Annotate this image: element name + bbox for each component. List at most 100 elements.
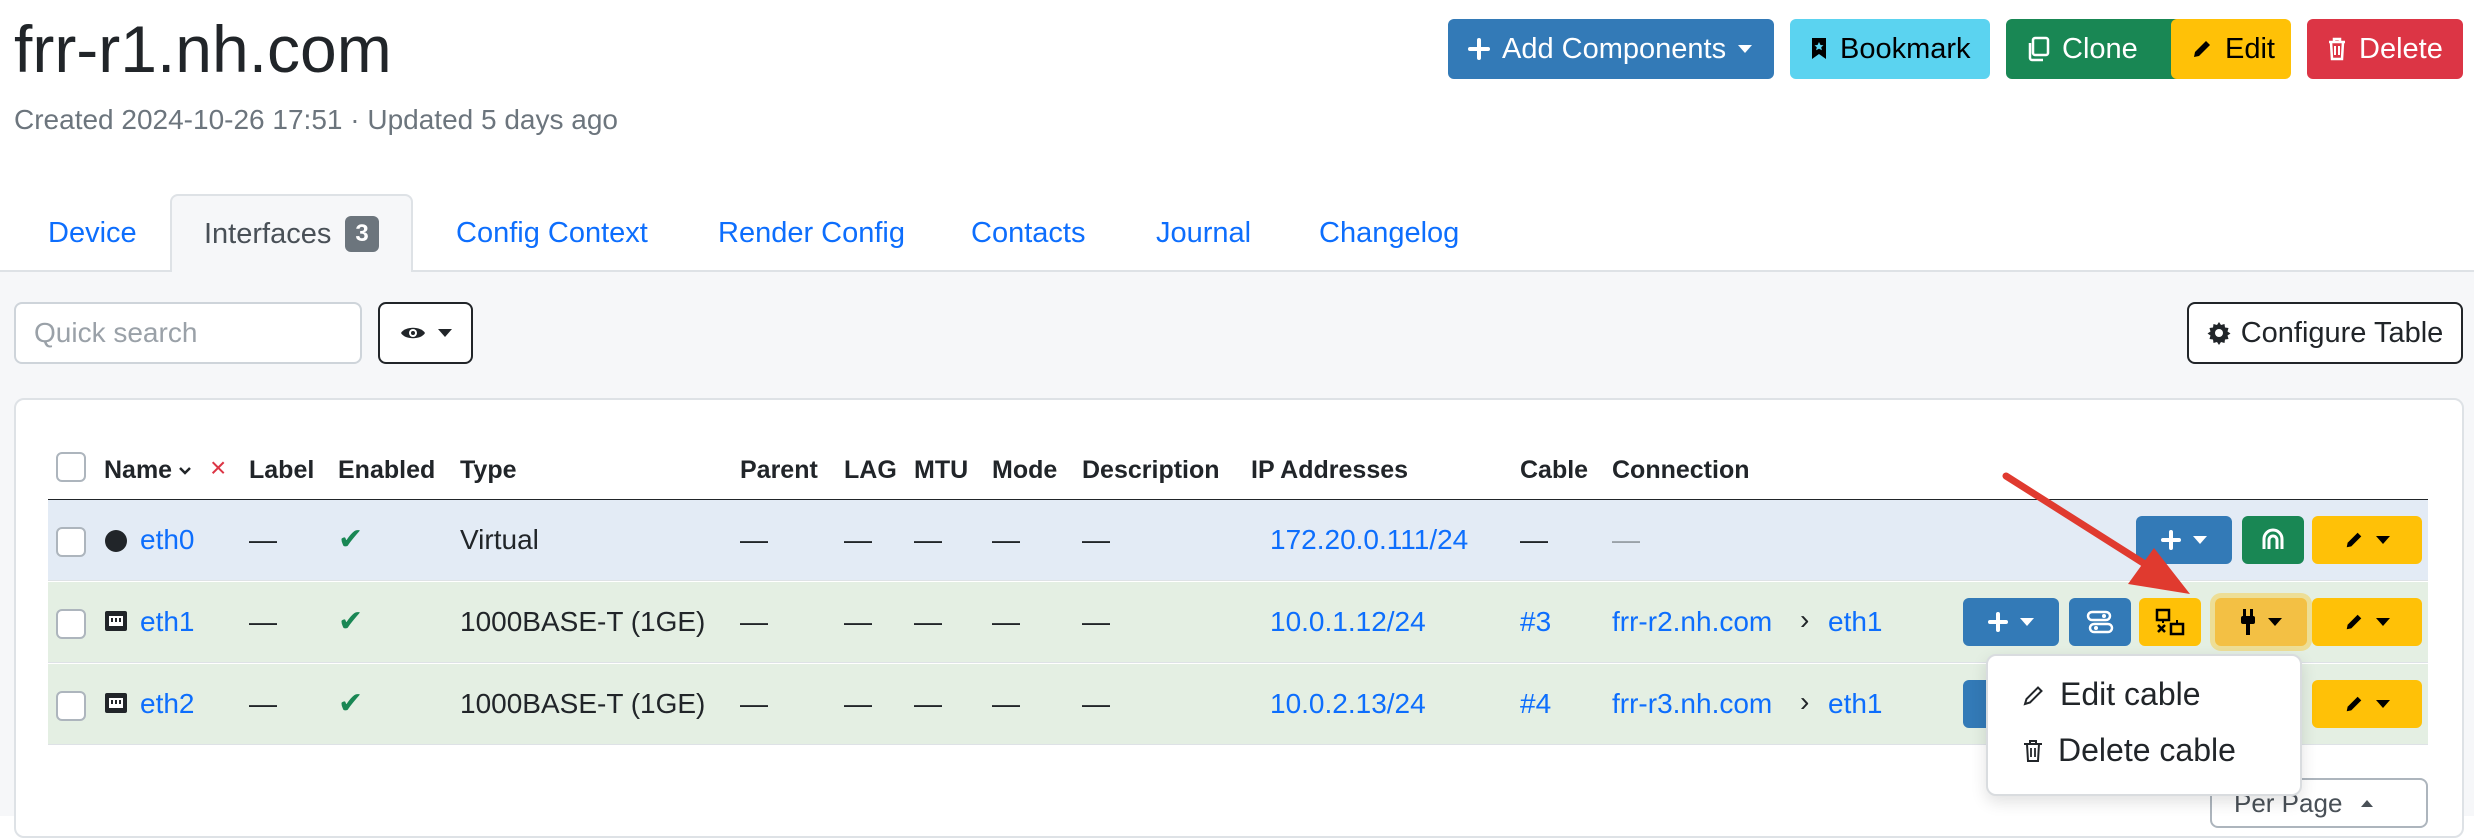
interface-parent: — [740,524,768,555]
view-toggle-button[interactable] [378,302,473,364]
column-header-mode[interactable]: Mode [992,456,1057,485]
trash-icon [2024,739,2042,762]
ip-address-link[interactable]: 10.0.1.12/24 [1270,606,1426,638]
trace-cable-button[interactable] [2069,598,2131,646]
interface-type: 1000BASE-T (1GE) [460,688,706,719]
column-header-connection[interactable]: Connection [1612,456,1750,485]
pencil-icon [2346,614,2362,630]
tab-render-config[interactable]: Render Config [718,194,905,272]
menu-item-edit-cable[interactable]: Edit cable [2022,676,2201,713]
quick-search-input[interactable] [14,302,362,364]
tab-interfaces-label: Interfaces [204,217,332,250]
connection-separator: › [1800,604,1810,635]
plus-icon [2161,530,2181,550]
page-title: frr-r1.nh.com [14,12,392,86]
tab-interfaces[interactable]: Interfaces 3 [170,194,413,274]
enabled-check-icon: ✔ [338,605,364,638]
edit-cable-label: Edit cable [2060,676,2201,712]
connector-icon [2241,609,2255,635]
interface-lag: — [844,688,872,719]
edit-button[interactable]: Edit [2171,19,2291,79]
connection-separator: › [1800,686,1810,717]
row-checkbox[interactable] [56,691,86,721]
add-component-dropdown-button[interactable] [2136,516,2232,564]
interface-name-link[interactable]: eth0 [140,524,195,556]
interface-mtu: — [914,524,942,555]
column-header-label[interactable]: Label [249,456,314,485]
cable-actions-dropdown-button[interactable] [2215,598,2307,646]
interface-mtu: — [914,688,942,719]
plus-icon [1988,612,2008,632]
interface-name-link[interactable]: eth1 [140,606,195,638]
column-header-parent[interactable]: Parent [740,456,818,485]
interface-lag: — [844,524,872,555]
clone-button[interactable]: Clone [2006,19,2196,79]
peer-device-link[interactable]: frr-r3.nh.com [1612,688,1772,720]
menu-item-delete-cable[interactable]: Delete cable [2022,732,2236,769]
interface-mode: — [992,688,1020,719]
chevron-up-icon [2361,800,2374,807]
edit-interface-dropdown-button[interactable] [2312,680,2422,728]
interface-type: Virtual [460,524,539,555]
column-header-description[interactable]: Description [1082,456,1220,485]
ethernet-port-icon [105,611,127,631]
disconnect-cable-button[interactable] [2139,598,2201,646]
add-components-label: Add Components [1502,32,1727,65]
circuit-icon [2262,528,2284,549]
pencil-icon [2023,685,2043,705]
column-header-mtu[interactable]: MTU [914,456,968,485]
edit-label: Edit [2225,32,2275,65]
add-components-button[interactable]: Add Components [1448,19,1774,79]
column-name-label: Name [104,456,173,484]
eye-icon [400,327,425,339]
enabled-check-icon: ✔ [338,687,364,720]
tab-device[interactable]: Device [48,194,137,272]
delete-cable-label: Delete cable [2058,732,2236,768]
column-header-enabled[interactable]: Enabled [338,456,435,485]
pencil-icon [2194,41,2210,57]
edit-interface-dropdown-button[interactable] [2312,598,2422,646]
configure-table-button[interactable]: Configure Table [2187,302,2463,364]
column-header-type[interactable]: Type [460,456,517,485]
tab-contacts[interactable]: Contacts [971,194,1085,272]
bookmark-button[interactable]: Bookmark [1790,19,1990,79]
select-all-checkbox[interactable] [56,452,86,482]
column-header-cable[interactable]: Cable [1520,456,1588,485]
tab-changelog[interactable]: Changelog [1319,194,1459,272]
edit-interface-dropdown-button[interactable] [2312,516,2422,564]
tab-config-context[interactable]: Config Context [456,194,648,272]
peer-interface-link[interactable]: eth1 [1828,688,1883,720]
clear-sort-button[interactable]: × [210,452,226,484]
cable-link[interactable]: #3 [1520,606,1551,638]
chevron-down-icon [2376,700,2390,708]
column-header-ip-addresses[interactable]: IP Addresses [1251,456,1408,485]
tab-journal[interactable]: Journal [1156,194,1251,272]
interface-parent: — [740,606,768,637]
sort-chevron-icon [179,466,191,475]
chevron-down-icon [437,329,452,337]
trash-icon [2329,37,2345,61]
peer-interface-link[interactable]: eth1 [1828,606,1883,638]
peer-device-link[interactable]: frr-r2.nh.com [1612,606,1772,638]
interface-description: — [1082,606,1110,637]
row-checkbox[interactable] [56,609,86,639]
interface-lag: — [844,606,872,637]
add-component-dropdown-button[interactable] [1963,598,2059,646]
bookmark-icon [1812,38,1826,59]
row-checkbox[interactable] [56,527,86,557]
delete-button[interactable]: Delete [2307,19,2463,79]
gear-icon [2207,322,2231,345]
column-header-name[interactable]: Name [104,456,192,485]
interface-description: — [1082,688,1110,719]
chevron-down-icon [2020,618,2034,626]
interface-mtu: — [914,606,942,637]
pencil-icon [2346,696,2362,712]
ip-address-link[interactable]: 10.0.2.13/24 [1270,688,1426,720]
circuit-termination-button[interactable] [2242,516,2304,564]
ip-address-link[interactable]: 172.20.0.111/24 [1270,524,1468,556]
column-header-lag[interactable]: LAG [844,456,897,485]
interfaces-count-badge: 3 [345,216,379,252]
interface-type: 1000BASE-T (1GE) [460,606,706,637]
interface-name-link[interactable]: eth2 [140,688,195,720]
cable-link[interactable]: #4 [1520,688,1551,720]
